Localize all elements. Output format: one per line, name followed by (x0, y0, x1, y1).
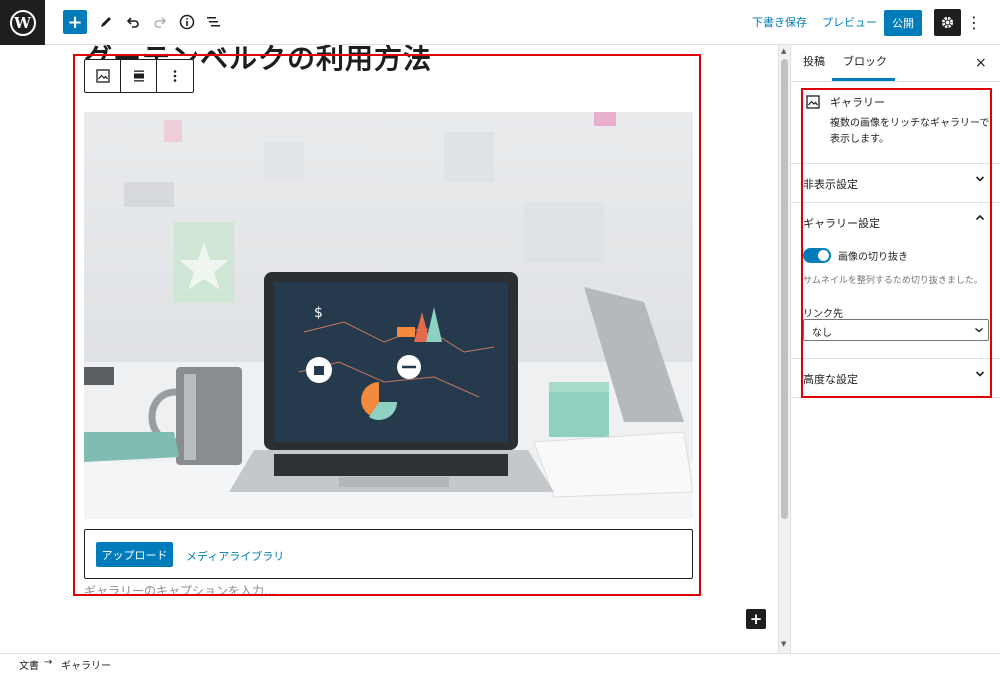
tab-block[interactable]: ブロック (843, 53, 887, 69)
gallery-caption-input[interactable]: ギャラリーのキャプションを入力… (84, 582, 276, 599)
wordpress-logo[interactable]: W (0, 0, 45, 45)
svg-text:$: $ (314, 305, 323, 321)
editor-canvas: グーテンベルクの利用方法 $ アップロード メディアライブラリ ギャラリーのキャ… (0, 45, 778, 653)
crop-images-label: 画像の切り抜き (838, 252, 908, 263)
crop-images-toggle[interactable] (803, 248, 831, 263)
gallery-icon (95, 69, 110, 83)
gallery-image[interactable]: $ (84, 112, 693, 519)
close-sidebar-button[interactable]: × (975, 55, 987, 71)
scroll-thumb[interactable] (781, 59, 788, 519)
sidebar-tabs: 投稿 ブロック × (791, 45, 1000, 82)
crop-images-help: サムネイルを整列するため切り抜きました。 (803, 276, 983, 286)
active-tab-indicator (832, 78, 895, 81)
wordpress-logo-letter: W (14, 13, 31, 32)
preview-button[interactable]: プレビュー (822, 14, 877, 30)
panel-visibility[interactable]: 非表示設定 (791, 164, 1000, 203)
block-breadcrumb: 文書 → ギャラリー (0, 653, 1000, 673)
block-inserter-button[interactable]: + (746, 609, 766, 629)
tools-pencil-icon[interactable] (94, 10, 118, 34)
block-toolbar (84, 59, 194, 93)
block-card-description: 複数の画像をリッチなギャラリーで表示します。 (830, 118, 990, 145)
panel-advanced-title: 高度な設定 (803, 373, 858, 386)
panel-advanced[interactable]: 高度な設定 (791, 359, 1000, 398)
undo-icon (126, 17, 139, 28)
link-to-label: リンク先 (803, 309, 843, 320)
block-card-title: ギャラリー (830, 96, 885, 109)
add-block-plus: + (67, 11, 83, 33)
wordpress-logo-icon: W (9, 9, 36, 36)
gear-icon (941, 16, 954, 29)
align-center-icon (133, 70, 144, 82)
settings-button[interactable] (934, 9, 961, 36)
save-draft-button[interactable]: 下書き保存 (752, 14, 807, 30)
gallery-icon (806, 95, 820, 109)
info-button[interactable] (175, 10, 199, 34)
block-card: ギャラリー 複数の画像をリッチなギャラリーで表示します。 (791, 82, 1000, 164)
tab-post[interactable]: 投稿 (803, 53, 825, 69)
panel-visibility-title: 非表示設定 (803, 178, 858, 191)
undo-button[interactable] (121, 10, 145, 34)
chevron-down-icon (975, 327, 983, 333)
scroll-up-arrow-icon[interactable]: ▲ (781, 47, 786, 55)
media-library-link[interactable]: メディアライブラリ (186, 548, 284, 564)
pencil-icon (101, 17, 111, 27)
editor-top-toolbar: W + 下書き保存 プレビュー 公開 ⋮ (0, 0, 1000, 45)
list-view-button[interactable] (202, 10, 226, 34)
align-button[interactable] (121, 60, 157, 92)
panel-gallery-settings: ギャラリー設定 画像の切り抜き サムネイルを整列するため切り抜きました。 リンク… (791, 203, 1000, 359)
chevron-down-icon (975, 371, 985, 377)
upload-button[interactable]: アップロード (96, 542, 173, 567)
canvas-scrollbar[interactable]: ▲ ▼ (778, 45, 790, 653)
breadcrumb-separator-arrow-icon: → (44, 657, 53, 668)
scroll-down-arrow-icon[interactable]: ▼ (781, 640, 786, 648)
laptop-photo: $ (84, 112, 693, 519)
vertical-ellipsis-icon (173, 70, 177, 82)
more-options-button[interactable]: ⋮ (966, 10, 982, 34)
gallery-upload-placeholder: アップロード メディアライブラリ (84, 529, 693, 579)
list-view-icon (207, 17, 220, 27)
publish-button[interactable]: 公開 (884, 10, 922, 36)
link-to-value: なし (812, 328, 832, 339)
redo-icon (154, 17, 167, 28)
panel-gallery-settings-title[interactable]: ギャラリー設定 (803, 215, 880, 231)
breadcrumb-gallery[interactable]: ギャラリー (61, 657, 111, 672)
block-options-button[interactable] (157, 60, 193, 92)
toggle-knob (818, 250, 829, 261)
settings-sidebar: 投稿 ブロック × ギャラリー 複数の画像をリッチなギャラリーで表示します。 非… (790, 45, 1000, 653)
add-block-button[interactable]: + (63, 10, 87, 34)
info-icon (179, 14, 195, 30)
chevron-down-icon (975, 176, 985, 182)
redo-button[interactable] (148, 10, 172, 34)
chevron-up-icon[interactable] (975, 213, 985, 223)
breadcrumb-document[interactable]: 文書 (19, 657, 39, 672)
link-to-select[interactable]: なし (803, 319, 989, 341)
block-type-button[interactable] (85, 60, 121, 92)
